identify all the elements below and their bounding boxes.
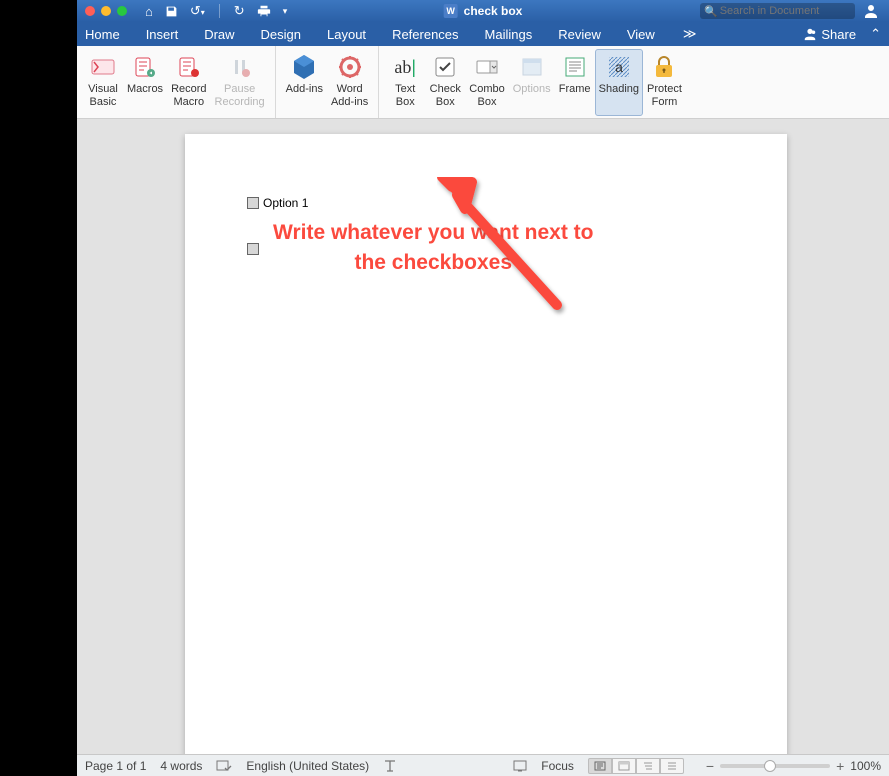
ribbon: VisualBasic Macros RecordMacro PauseReco…	[77, 46, 889, 119]
check-box-icon	[429, 51, 461, 83]
options-button: Options	[509, 49, 555, 116]
language-indicator[interactable]: English (United States)	[246, 759, 369, 773]
pause-recording-button: PauseRecording	[211, 49, 269, 116]
redo-icon[interactable]: ↻	[234, 3, 245, 19]
page-indicator[interactable]: Page 1 of 1	[85, 759, 146, 773]
customize-qat-icon[interactable]: ▾	[283, 6, 288, 17]
focus-label[interactable]: Focus	[541, 759, 574, 773]
combo-box-icon	[471, 51, 503, 83]
visual-basic-icon	[87, 51, 119, 83]
status-bar: Page 1 of 1 4 words English (United Stat…	[77, 754, 889, 776]
document-title: check box	[464, 4, 523, 18]
home-icon[interactable]: ⌂	[145, 4, 153, 19]
form-checkbox[interactable]	[247, 243, 259, 255]
spellcheck-icon[interactable]	[216, 759, 232, 773]
web-layout-view-button[interactable]	[612, 758, 636, 774]
zoom-slider-thumb[interactable]	[764, 760, 776, 772]
tab-overflow-icon[interactable]: ≫	[683, 26, 697, 42]
draft-view-button[interactable]	[660, 758, 684, 774]
tab-design[interactable]: Design	[261, 27, 301, 42]
tab-home[interactable]: Home	[85, 27, 120, 42]
share-button[interactable]: Share	[821, 27, 856, 42]
zoom-level[interactable]: 100%	[850, 759, 881, 773]
annotation-text: Write whatever you want next to the chec…	[273, 218, 594, 279]
shading-icon: a	[603, 51, 635, 83]
word-app-icon: W	[444, 4, 458, 18]
search-box[interactable]: 🔍	[700, 3, 855, 19]
document-content[interactable]: Option 1 Write whatever you want next to…	[247, 196, 725, 289]
account-icon[interactable]	[863, 3, 879, 19]
ribbon-tabs: Home Insert Draw Design Layout Reference…	[77, 22, 889, 46]
frame-button[interactable]: Frame	[555, 49, 595, 116]
minimize-window-button[interactable]	[101, 6, 111, 16]
separator	[219, 4, 220, 18]
svg-text:a: a	[615, 59, 623, 75]
protect-form-icon	[648, 51, 680, 83]
accessibility-icon[interactable]	[383, 759, 397, 773]
form-checkbox[interactable]	[247, 197, 259, 209]
view-mode-buttons	[588, 758, 684, 774]
search-input[interactable]	[720, 5, 862, 17]
tab-references[interactable]: References	[392, 27, 458, 42]
window-controls	[85, 6, 127, 16]
maximize-window-button[interactable]	[117, 6, 127, 16]
check-box-button[interactable]: CheckBox	[425, 49, 465, 116]
app-window: ⌂ ↺▾ ↻ ▾ W check box 🔍 Home Insert Draw	[77, 0, 889, 776]
macros-icon	[129, 51, 161, 83]
record-macro-icon	[173, 51, 205, 83]
share-icon	[803, 27, 817, 41]
document-workspace[interactable]: Option 1 Write whatever you want next to…	[77, 119, 889, 754]
macros-button[interactable]: Macros	[123, 49, 167, 116]
word-add-ins-button[interactable]: WordAdd-ins	[327, 49, 372, 116]
titlebar: ⌂ ↺▾ ↻ ▾ W check box 🔍	[77, 0, 889, 22]
collapse-ribbon-icon[interactable]: ⌃	[870, 26, 881, 42]
word-count[interactable]: 4 words	[160, 759, 202, 773]
close-window-button[interactable]	[85, 6, 95, 16]
visual-basic-button[interactable]: VisualBasic	[83, 49, 123, 116]
quick-access-toolbar: ⌂ ↺▾ ↻ ▾	[145, 3, 287, 19]
tab-review[interactable]: Review	[558, 27, 601, 42]
search-icon: 🔍	[704, 5, 718, 18]
pause-recording-icon	[224, 51, 256, 83]
focus-mode-icon[interactable]	[513, 760, 527, 772]
tab-mailings[interactable]: Mailings	[485, 27, 533, 42]
record-macro-button[interactable]: RecordMacro	[167, 49, 210, 116]
text-box-icon: ab|	[389, 51, 421, 83]
checkbox-line-2[interactable]: Write whatever you want next to the chec…	[247, 220, 725, 279]
frame-icon	[559, 51, 591, 83]
tab-insert[interactable]: Insert	[146, 27, 179, 42]
undo-icon[interactable]: ↺▾	[190, 3, 205, 19]
zoom-slider[interactable]	[720, 764, 830, 768]
word-add-ins-icon	[334, 51, 366, 83]
zoom-controls: − + 100%	[706, 758, 881, 774]
shading-button[interactable]: a Shading	[595, 49, 643, 116]
text-box-button[interactable]: ab| TextBox	[385, 49, 425, 116]
tab-draw[interactable]: Draw	[204, 27, 234, 42]
checkbox-line-1[interactable]: Option 1	[247, 196, 725, 210]
zoom-out-button[interactable]: −	[706, 758, 714, 774]
tab-layout[interactable]: Layout	[327, 27, 366, 42]
print-icon[interactable]	[257, 4, 271, 18]
protect-form-button[interactable]: ProtectForm	[643, 49, 686, 116]
options-icon	[516, 51, 548, 83]
option-1-label[interactable]: Option 1	[263, 196, 308, 210]
share-group: Share ⌃	[803, 26, 881, 42]
combo-box-button[interactable]: ComboBox	[465, 49, 508, 116]
add-ins-icon	[288, 51, 320, 83]
add-ins-button[interactable]: Add-ins	[282, 49, 327, 116]
tab-view[interactable]: View	[627, 27, 655, 42]
outline-view-button[interactable]	[636, 758, 660, 774]
zoom-in-button[interactable]: +	[836, 758, 844, 774]
print-layout-view-button[interactable]	[588, 758, 612, 774]
window-title: W check box	[444, 4, 523, 18]
save-icon[interactable]	[165, 5, 178, 18]
document-page[interactable]: Option 1 Write whatever you want next to…	[185, 134, 787, 754]
